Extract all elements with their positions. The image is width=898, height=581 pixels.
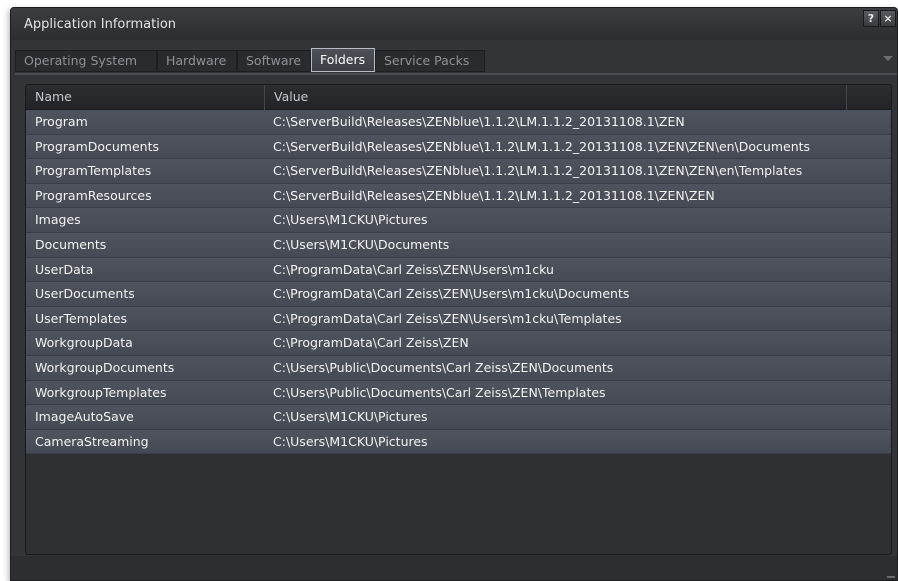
table-row[interactable]: Documents C:\Users\M1CKU\Documents (26, 232, 891, 258)
cell-value: C:\ServerBuild\Releases\ZENblue\1.1.2\LM… (273, 114, 685, 129)
table-row[interactable]: UserTemplates C:\ProgramData\Carl Zeiss\Z… (26, 306, 891, 332)
table-row[interactable]: ImageAutoSave C:\Users\M1CKU\Pictures (26, 405, 891, 430)
cell-value: C:\ServerBuild\Releases\ZENblue\1.1.2\LM… (273, 138, 811, 154)
cell-value: C:\Users\Public\Documents\Carl Zeiss\ZEN… (273, 359, 614, 375)
folders-table: Name Value Program C:\ServerBuild\Release… (25, 84, 892, 555)
cell-value: C:\Users\M1CKU\Documents (273, 236, 450, 252)
cell-name: ImageAutoSave (35, 409, 134, 425)
cell-name: WorkgroupTemplates (35, 384, 167, 400)
table-row[interactable]: Images C:\Users\M1CKU\Pictures (26, 208, 891, 233)
tab-divider (15, 73, 897, 75)
table-row[interactable]: WorkgroupData C:\ProgramData\Carl Zeiss\Z… (26, 331, 891, 356)
cell-value: C:\Users\Public\Documents\Carl Zeiss\ZEN… (273, 384, 606, 400)
window-title: Application Information (24, 17, 177, 32)
status-strip (11, 556, 897, 580)
table-row[interactable]: Program C:\ServerBuild\Releases\ZENblue\1… (26, 110, 891, 135)
cell-value: C:\Users\M1CKU\Pictures (273, 409, 428, 425)
table-row[interactable]: WorkgroupTemplates C:\Users\Public\Docume… (26, 380, 891, 406)
table-row[interactable]: UserDocuments C:\ProgramData\Carl Zeiss\Z… (26, 282, 891, 307)
cell-name: Documents (35, 236, 107, 252)
table-row[interactable]: ProgramTemplates C:\ServerBuild\Releases\… (26, 159, 891, 184)
cell-name: Program (35, 114, 88, 129)
tab-bar: Operating System Hardware Software Folde… (15, 48, 897, 73)
table-row[interactable]: WorkgroupDocuments C:\Users\Public\Docume… (26, 355, 891, 381)
cell-name: ProgramResources (35, 187, 152, 203)
tab-software[interactable]: Software (237, 50, 311, 72)
table-row[interactable]: UserData C:\ProgramData\Carl Zeiss\ZEN\Us… (26, 257, 891, 283)
table-body: Program C:\ServerBuild\Releases\ZENblue\1… (26, 110, 891, 455)
tab-operating-system[interactable]: Operating System (15, 50, 157, 72)
application-information-window: Application Information ? × Operating Sy… (10, 7, 898, 581)
cell-name: CameraStreaming (35, 433, 149, 449)
cell-name: WorkgroupData (35, 335, 133, 351)
cell-name: WorkgroupDocuments (35, 359, 175, 375)
table-row[interactable]: ProgramResources C:\ServerBuild\Releases\… (26, 183, 891, 209)
column-header-value[interactable]: Value (265, 85, 847, 110)
table-row[interactable]: ProgramDocuments C:\ServerBuild\Releases\… (26, 134, 891, 160)
cell-name: UserDocuments (35, 286, 135, 302)
cell-value: C:\ProgramData\Carl Zeiss\ZEN (273, 335, 469, 351)
cell-name: UserTemplates (35, 310, 128, 326)
cell-name: ProgramTemplates (35, 163, 152, 179)
table-header: Name Value (26, 85, 891, 110)
tab-service-packs[interactable]: Service Packs (375, 50, 485, 72)
cell-value: C:\Users\M1CKU\Pictures (273, 212, 428, 228)
cell-value: C:\ServerBuild\Releases\ZENblue\1.1.2\LM… (273, 187, 715, 203)
title-bar[interactable]: Application Information ? × (11, 8, 897, 40)
column-header-name[interactable]: Name (26, 85, 265, 110)
close-button[interactable]: × (880, 10, 896, 27)
cell-name: UserData (35, 261, 94, 277)
cell-value: C:\ProgramData\Carl Zeiss\ZEN\Users\m1ck… (273, 310, 622, 326)
cell-value: C:\ServerBuild\Releases\ZENblue\1.1.2\LM… (273, 163, 803, 179)
tab-overflow-chevron-icon[interactable] (883, 56, 893, 61)
resize-grip-icon[interactable] (887, 576, 895, 578)
column-header-filler (847, 85, 891, 110)
tab-hardware[interactable]: Hardware (157, 50, 237, 72)
tab-folders[interactable]: Folders (311, 48, 375, 72)
cell-value: C:\ProgramData\Carl Zeiss\ZEN\Users\m1ck… (273, 286, 630, 302)
table-row[interactable]: CameraStreaming C:\Users\M1CKU\Pictures (26, 429, 891, 455)
cell-name: ProgramDocuments (35, 138, 160, 154)
cell-value: C:\Users\M1CKU\Pictures (273, 433, 428, 449)
cell-value: C:\ProgramData\Carl Zeiss\ZEN\Users\m1ck… (273, 261, 554, 277)
cell-name: Images (35, 212, 81, 228)
help-button[interactable]: ? (863, 10, 879, 27)
